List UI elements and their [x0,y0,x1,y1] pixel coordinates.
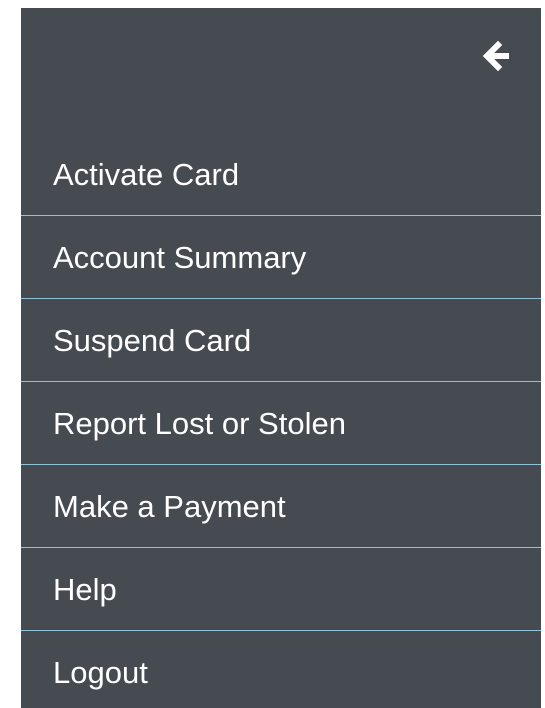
menu-item-activate-card[interactable]: Activate Card [21,133,541,216]
menu-item-label: Help [53,571,117,607]
menu-list: Activate Card Account Summary Suspend Ca… [21,133,541,708]
arrow-left-icon [482,40,509,72]
menu-item-label: Make a Payment [53,488,286,524]
menu-item-label: Account Summary [53,239,307,275]
menu-item-label: Activate Card [53,156,240,192]
menu-item-report-lost-or-stolen[interactable]: Report Lost or Stolen [21,382,541,465]
side-menu-panel: Activate Card Account Summary Suspend Ca… [21,8,541,708]
menu-item-label: Report Lost or Stolen [53,405,346,441]
menu-item-make-a-payment[interactable]: Make a Payment [21,465,541,548]
menu-item-label: Logout [53,655,148,690]
menu-item-account-summary[interactable]: Account Summary [21,216,541,299]
menu-item-help[interactable]: Help [21,548,541,631]
menu-item-suspend-card[interactable]: Suspend Card [21,299,541,382]
back-button[interactable] [477,36,517,76]
menu-item-label: Suspend Card [53,322,252,358]
menu-item-logout[interactable]: Logout [21,631,541,708]
